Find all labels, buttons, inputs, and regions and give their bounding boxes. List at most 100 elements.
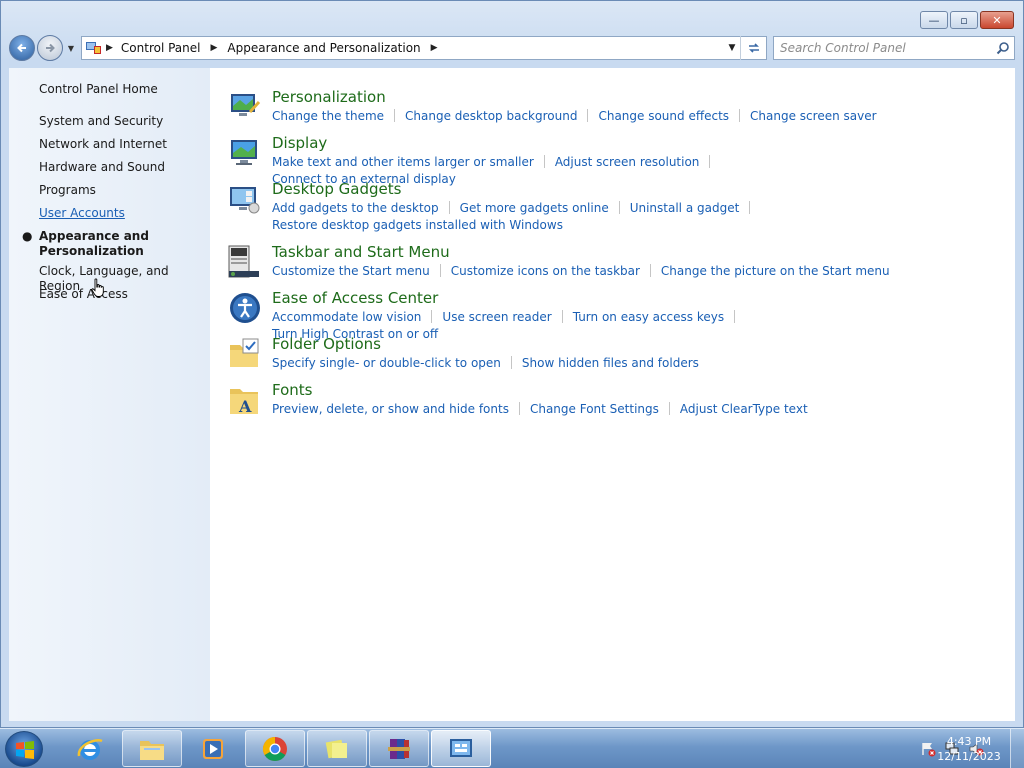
clock[interactable]: 4:43 PM 12/11/2023 [934,734,1004,764]
link-accommodate-low-vision[interactable]: Accommodate low vision [272,310,421,324]
link-change-desktop-background[interactable]: Change desktop background [405,109,577,123]
control-panel-window: — ▫ ✕ ▼ ▶ Control Panel ▶ Appearance and… [0,0,1024,728]
control-panel-icon [86,42,101,54]
link-divider [510,356,512,369]
sidebar-item-appearance-personalization[interactable]: ● Appearance and Personalization [22,229,210,264]
link-customize-start-menu[interactable]: Customize the Start menu [272,264,430,278]
breadcrumb-separator-icon[interactable]: ▶ [211,43,218,53]
link-divider [561,310,563,323]
winrar-icon [388,738,410,759]
search-input[interactable] [780,41,996,55]
link-adjust-cleartype[interactable]: Adjust ClearType text [680,402,808,416]
svg-text:A: A [238,397,252,416]
show-desktop-button[interactable] [1010,729,1024,768]
breadcrumb-appearance[interactable]: Appearance and Personalization [227,41,420,55]
minimize-button[interactable]: — [920,11,948,29]
link-change-sound-effects[interactable]: Change sound effects [598,109,729,123]
link-change-font-settings[interactable]: Change Font Settings [530,402,659,416]
refresh-icon [748,43,759,53]
sidebar-item-programs[interactable]: Programs [39,183,210,206]
forward-arrow-icon [46,43,55,53]
link-change-start-menu-picture[interactable]: Change the picture on the Start menu [661,264,890,278]
link-customize-taskbar-icons[interactable]: Customize icons on the taskbar [451,264,640,278]
search-box[interactable] [773,36,1015,60]
category-title[interactable]: Ease of Access Center [272,289,438,307]
control-panel-home-link[interactable]: Control Panel Home [39,82,158,96]
media-player-icon [203,738,223,759]
category-links: Add gadgets to the desktop Get more gadge… [272,200,892,234]
link-easy-access-keys[interactable]: Turn on easy access keys [573,310,724,324]
link-divider [749,201,751,214]
address-bar[interactable]: ▶ Control Panel ▶ Appearance and Persona… [81,36,767,60]
link-change-screen-saver[interactable]: Change screen saver [750,109,877,123]
link-show-hidden-files[interactable]: Show hidden files and folders [522,356,699,370]
link-divider [431,310,433,323]
sidebar-item-system-security[interactable]: System and Security [39,114,210,137]
sidebar-item-hardware-sound[interactable]: Hardware and Sound [39,160,210,183]
sidebar-item-user-accounts[interactable]: User Accounts [39,206,210,229]
breadcrumb-separator-icon[interactable]: ▶ [106,43,113,53]
link-divider [543,155,545,168]
sidebar-item-clock-language-region[interactable]: Clock, Language, and Region [39,264,210,293]
refresh-button[interactable] [740,36,766,60]
sidebar-item-ease-of-access[interactable]: Ease of Access [39,287,210,310]
link-make-text-larger[interactable]: Make text and other items larger or smal… [272,155,534,169]
back-button[interactable] [9,35,35,61]
current-bullet-icon: ● [22,229,33,243]
close-icon: ✕ [992,13,1002,27]
category-links: Change the theme Change desktop backgroun… [272,108,892,125]
forward-button[interactable] [37,35,63,61]
link-change-theme[interactable]: Change the theme [272,109,384,123]
link-single-double-click[interactable]: Specify single- or double-click to open [272,356,501,370]
taskbar-icon [228,245,259,278]
folder-options-icon [230,338,259,367]
personalization-icon [231,94,261,116]
sidebar-item-label: Appearance and Personalization [39,229,149,258]
category-links: Customize the Start menu Customize icons … [272,263,892,280]
link-divider [709,155,711,168]
display-icon [231,140,257,165]
file-explorer-icon [140,740,164,760]
close-button[interactable]: ✕ [980,11,1014,29]
category-links: Specify single- or double-click to open S… [272,355,892,372]
link-uninstall-gadget[interactable]: Uninstall a gadget [630,201,740,215]
link-preview-fonts[interactable]: Preview, delete, or show and hide fonts [272,402,509,416]
chevron-down-icon[interactable]: ▼ [724,43,740,53]
taskbar-chrome[interactable] [245,730,305,767]
breadcrumb-control-panel[interactable]: Control Panel [121,41,201,55]
recent-pages-dropdown[interactable]: ▼ [65,44,77,53]
sidebar-item-network-internet[interactable]: Network and Internet [39,137,210,160]
link-divider [439,264,441,277]
category-title[interactable]: Folder Options [272,335,381,353]
link-restore-gadgets[interactable]: Restore desktop gadgets installed with W… [272,218,563,232]
link-divider [649,264,651,277]
category-title[interactable]: Display [272,134,327,152]
link-add-gadgets[interactable]: Add gadgets to the desktop [272,201,439,215]
link-get-more-gadgets[interactable]: Get more gadgets online [460,201,609,215]
search-icon[interactable] [996,41,1010,55]
taskbar-sticky-notes[interactable] [307,730,367,767]
link-divider [587,109,589,122]
start-button[interactable] [5,731,43,767]
taskbar-media-player[interactable] [183,730,243,767]
link-use-screen-reader[interactable]: Use screen reader [442,310,551,324]
link-divider [734,310,736,323]
taskbar-control-panel[interactable] [431,730,491,767]
category-title[interactable]: Taskbar and Start Menu [272,243,450,261]
sticky-notes-icon [325,739,347,758]
taskbar-winrar[interactable] [369,730,429,767]
category-title[interactable]: Fonts [272,381,312,399]
breadcrumb-separator-icon[interactable]: ▶ [431,43,438,53]
taskbar-internet-explorer[interactable] [60,730,120,767]
category-title[interactable]: Desktop Gadgets [272,180,401,198]
taskbar: 4:43 PM 12/11/2023 [0,728,1024,768]
category-links: Preview, delete, or show and hide fonts C… [272,401,892,418]
category-title[interactable]: Personalization [272,88,386,106]
maximize-button[interactable]: ▫ [950,11,978,29]
navigation-row: ▼ ▶ Control Panel ▶ Appearance and Perso… [9,35,1015,61]
link-divider [739,109,741,122]
taskbar-file-explorer[interactable] [122,730,182,767]
link-adjust-screen-resolution[interactable]: Adjust screen resolution [555,155,700,169]
hand-cursor-icon [91,278,104,297]
category-list: System and Security Network and Internet… [22,114,210,310]
